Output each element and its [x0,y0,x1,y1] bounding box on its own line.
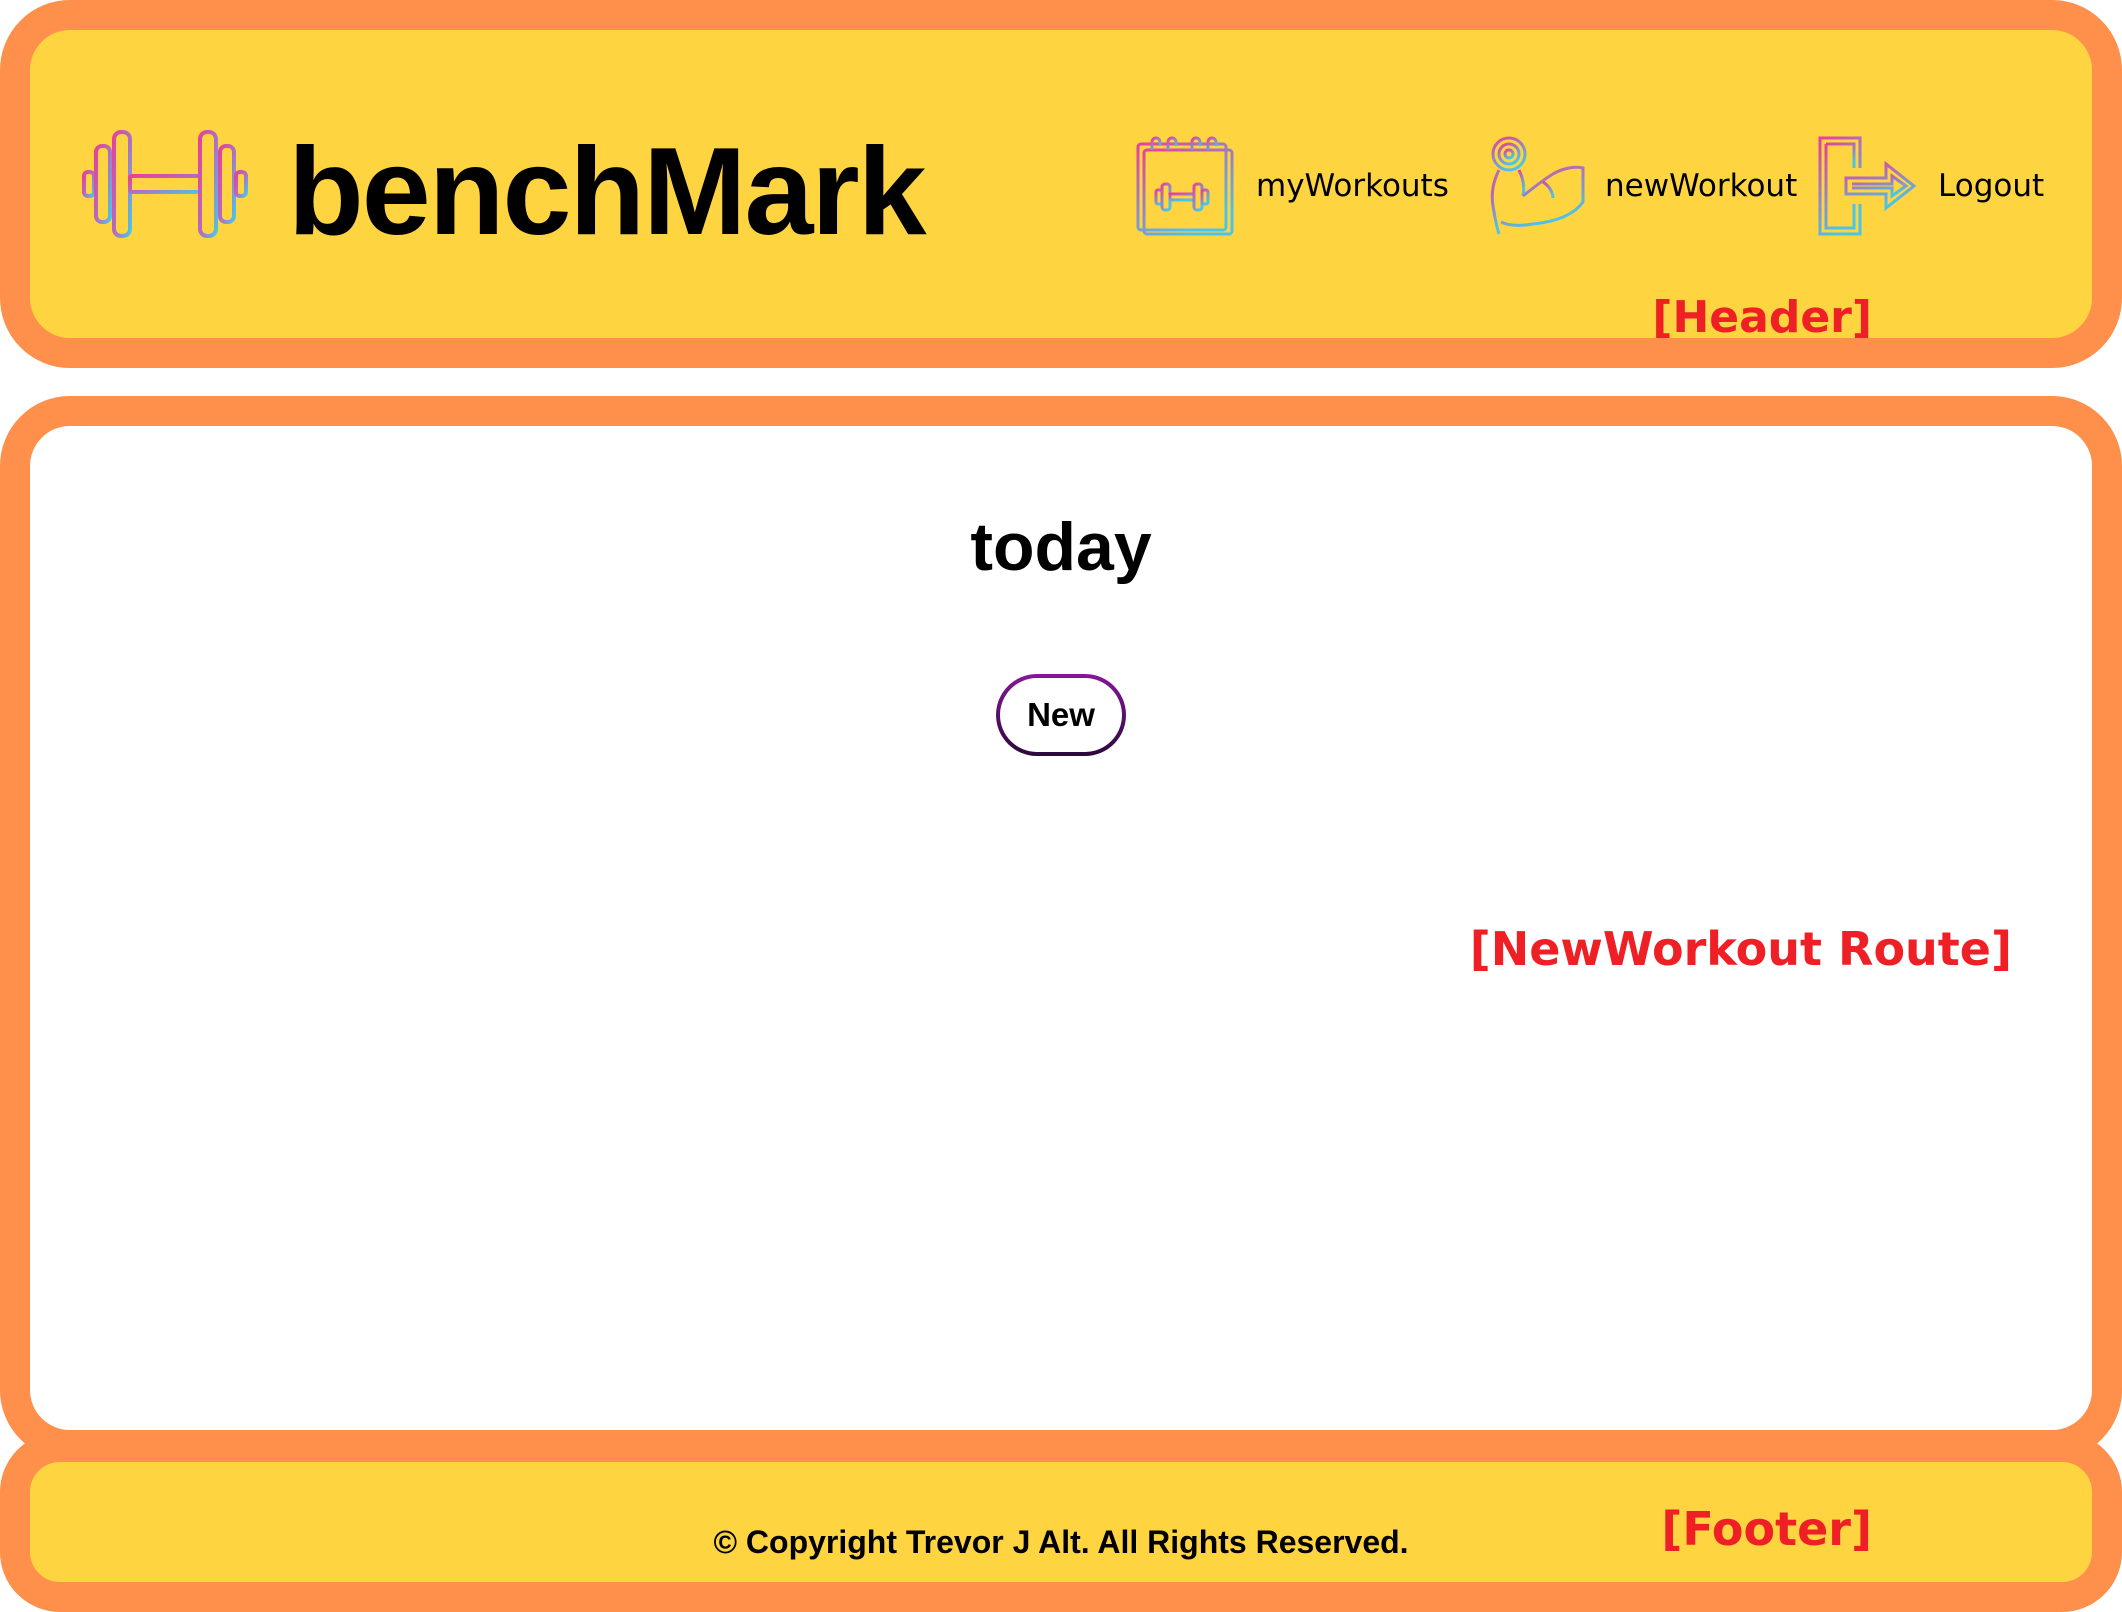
header-annotation: [Header] [1652,292,1872,343]
footer: © Copyright Trevor J Alt. All Rights Res… [0,1432,2122,1612]
new-button-border: New [996,674,1126,756]
nav-new-workout-label: newWorkout [1605,168,1798,204]
header: benchMark myWorkouts newWorkout Logout [… [0,0,2122,368]
footer-annotation: [Footer] [1661,1502,1872,1556]
nav-my-workouts-label: myWorkouts [1256,168,1449,204]
main-content: today New [NewWorkout Route] [0,396,2122,1460]
route-annotation: [NewWorkout Route] [1469,922,2012,976]
nav-my-workouts[interactable]: myWorkouts [1134,130,1449,242]
logout-door-icon [1818,136,1917,236]
nav-logout-label: Logout [1938,168,2045,204]
calendar-dumbbell-icon [1136,136,1234,236]
dumbbell-icon [82,130,248,238]
new-workout-button[interactable]: New [1000,678,1122,752]
page-title: today [970,509,1152,585]
flexed-arm-dumbbell-icon [1490,136,1585,235]
brand-title: benchMark [288,123,927,261]
nav-logout[interactable]: Logout [1816,130,2044,242]
nav-new-workout[interactable]: newWorkout [1485,130,1797,242]
